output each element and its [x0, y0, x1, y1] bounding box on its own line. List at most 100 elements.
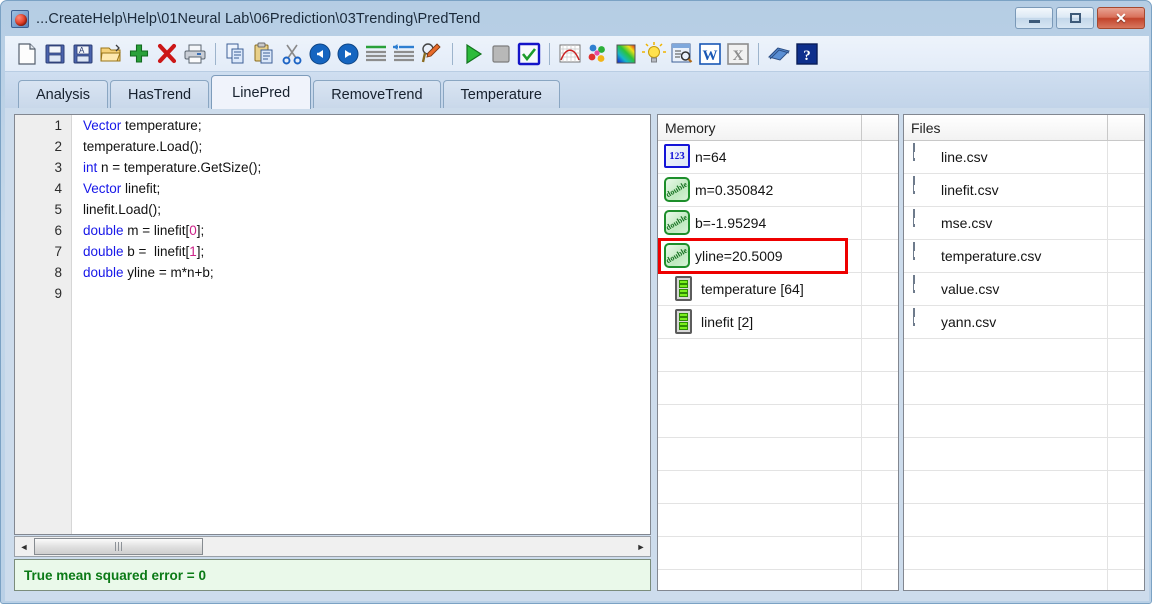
grip-line [115, 542, 116, 551]
new-file-icon[interactable] [14, 41, 40, 67]
tab-analysis[interactable]: Analysis [18, 80, 108, 108]
code-keyword: Vector [83, 181, 122, 196]
list-item[interactable]: 1 2 3 n=64 [658, 141, 898, 174]
code-line[interactable]: double b = linefit[1]; [83, 241, 650, 262]
list-item[interactable] [658, 438, 898, 471]
delete-icon[interactable] [154, 41, 180, 67]
code-line[interactable]: Vector linefit; [83, 178, 650, 199]
list-item[interactable] [658, 471, 898, 504]
list-item[interactable]: value.csv [904, 273, 1144, 306]
list-item-content [658, 372, 862, 404]
list-item-col2 [1108, 570, 1144, 590]
list-item[interactable]: line.csv [904, 141, 1144, 174]
tab-label: HasTrend [128, 86, 192, 103]
code-line[interactable]: temperature.Load(); [83, 136, 650, 157]
save-as-icon[interactable]: A [70, 41, 96, 67]
list-item[interactable]: mse.csv [904, 207, 1144, 240]
word-export-icon[interactable]: W [697, 41, 723, 67]
excel-export-icon[interactable]: X [725, 41, 751, 67]
idea-icon[interactable] [641, 41, 667, 67]
maximize-button[interactable] [1056, 7, 1094, 29]
list-item-label: mse.csv [941, 215, 993, 231]
list-item[interactable] [658, 339, 898, 372]
find-icon[interactable] [419, 41, 445, 67]
list-item-col2 [862, 306, 898, 338]
list-item[interactable] [904, 372, 1144, 405]
tab-hastrend[interactable]: HasTrend [110, 80, 210, 108]
list-item[interactable]: linefit [2] [658, 306, 898, 339]
list-item[interactable] [904, 339, 1144, 372]
code-line[interactable]: int n = temperature.GetSize(); [83, 157, 650, 178]
paste-icon[interactable] [251, 41, 277, 67]
plot-icon[interactable] [557, 41, 583, 67]
code-line[interactable]: Vector temperature; [83, 115, 650, 136]
list-item-col2 [1108, 339, 1144, 371]
scatter-icon[interactable] [585, 41, 611, 67]
files-panel: Files line.csv linefit.csv mse.csv temperat… [903, 114, 1145, 591]
indent-icon[interactable] [363, 41, 389, 67]
code-keyword: double [83, 265, 124, 280]
open-folder-icon[interactable] [98, 41, 124, 67]
add-icon[interactable] [126, 41, 152, 67]
code-editor[interactable]: 123456789 Vector temperature; temperature… [14, 114, 651, 535]
preview-icon[interactable] [669, 41, 695, 67]
list-item[interactable] [904, 570, 1144, 590]
list-item[interactable] [658, 537, 898, 570]
scrollbar-track[interactable] [203, 537, 632, 556]
code-line[interactable] [83, 283, 650, 304]
list-item[interactable]: temperature.csv [904, 240, 1144, 273]
list-item-col2 [1108, 471, 1144, 503]
list-item[interactable]: double m=0.350842 [658, 174, 898, 207]
csv-file-icon [910, 308, 936, 335]
book-icon[interactable] [766, 41, 792, 67]
editor-horizontal-scrollbar[interactable]: ◄ ► [14, 536, 651, 557]
window-controls: ✕ [1015, 7, 1145, 29]
tab-label: Analysis [36, 86, 90, 103]
list-item[interactable] [904, 471, 1144, 504]
copy-icon[interactable] [223, 41, 249, 67]
code-line[interactable]: double m = linefit[0]; [83, 220, 650, 241]
status-bar: True mean squared error = 0 [14, 559, 651, 591]
list-item[interactable]: double b=-1.95294 [658, 207, 898, 240]
list-item[interactable] [904, 438, 1144, 471]
colormap-icon[interactable] [613, 41, 639, 67]
line-number: 1 [54, 118, 62, 133]
run-icon[interactable] [460, 41, 486, 67]
list-item[interactable]: linefit.csv [904, 174, 1144, 207]
tab-removetrend[interactable]: RemoveTrend [313, 80, 441, 108]
list-item[interactable]: temperature [64] [658, 273, 898, 306]
minimize-button[interactable] [1015, 7, 1053, 29]
list-item-col2 [1108, 207, 1144, 239]
list-item[interactable]: double yline=20.5009 [658, 240, 898, 273]
code-text: m = linefit[ [123, 223, 190, 238]
code-line[interactable]: double yline = m*n+b; [83, 262, 650, 283]
list-item[interactable] [904, 504, 1144, 537]
scroll-right-arrow[interactable]: ► [632, 537, 650, 556]
print-icon[interactable] [182, 41, 208, 67]
list-item[interactable] [658, 504, 898, 537]
list-item[interactable] [658, 405, 898, 438]
redo-icon[interactable] [335, 41, 361, 67]
list-item-label: line.csv [941, 149, 988, 165]
outdent-icon[interactable] [391, 41, 417, 67]
list-item[interactable] [658, 570, 898, 590]
stop-icon[interactable] [488, 41, 514, 67]
tab-linepred[interactable]: LinePred [211, 75, 312, 109]
cut-icon[interactable] [279, 41, 305, 67]
save-icon[interactable] [42, 41, 68, 67]
list-item[interactable] [904, 405, 1144, 438]
list-item-content [904, 405, 1108, 437]
help-icon[interactable]: ? [794, 41, 820, 67]
close-button[interactable]: ✕ [1097, 7, 1145, 29]
list-item[interactable]: yann.csv [904, 306, 1144, 339]
list-item[interactable] [904, 537, 1144, 570]
tab-temperature[interactable]: Temperature [442, 80, 560, 108]
code-text: ]; [196, 244, 205, 259]
code-line[interactable]: linefit.Load(); [83, 199, 650, 220]
list-item[interactable] [658, 372, 898, 405]
minimize-icon [1028, 20, 1040, 23]
check-icon[interactable] [516, 41, 542, 67]
scrollbar-thumb[interactable] [34, 538, 203, 555]
undo-icon[interactable] [307, 41, 333, 67]
scroll-left-arrow[interactable]: ◄ [15, 537, 33, 556]
